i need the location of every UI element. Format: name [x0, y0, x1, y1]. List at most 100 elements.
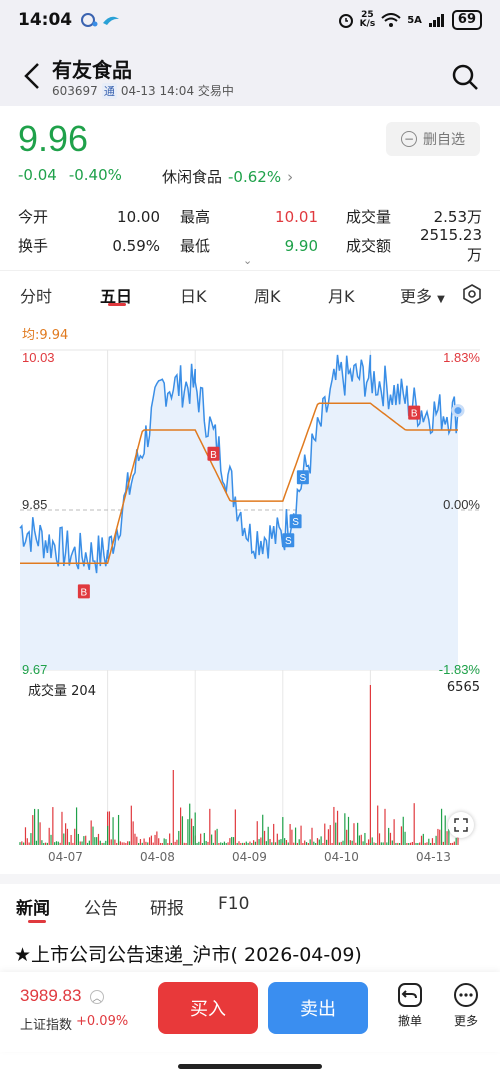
news-headline[interactable]: ★上市公司公告速递_沪市( 2026-04-09): [14, 940, 362, 967]
more-button[interactable]: 更多: [446, 982, 486, 1029]
volume-value: 2.53万: [433, 208, 482, 226]
fullscreen-button[interactable]: [448, 812, 474, 838]
volume-bar: [232, 837, 235, 845]
volume-bar: [75, 807, 78, 845]
volume-bar: [371, 837, 373, 845]
more-dots-icon: [454, 983, 478, 1007]
volume-bar: [154, 834, 156, 845]
volume-bar: [253, 840, 255, 845]
volume-bar: [158, 838, 160, 845]
index-value[interactable]: 3989.83: [20, 986, 81, 1006]
volume-bar: [90, 820, 92, 845]
volume-bar: [395, 842, 397, 845]
volume-bar: [185, 843, 187, 845]
volume-bar: [238, 841, 240, 845]
volume-bar: [180, 807, 182, 845]
volume-bar: [340, 841, 342, 845]
volume-bar: [327, 829, 330, 845]
tab-daily-k[interactable]: 日K: [180, 283, 207, 307]
volume-bar: [103, 842, 105, 845]
volume-bar: [211, 834, 213, 845]
tab-intraday[interactable]: 分时: [20, 283, 52, 307]
search-icon[interactable]: [450, 62, 480, 92]
volume-bar: [63, 833, 65, 845]
sell-button[interactable]: 卖出: [268, 982, 368, 1034]
back-arrow-icon[interactable]: [18, 60, 46, 92]
volume-bar: [83, 836, 85, 845]
tab-announcements[interactable]: 公告: [84, 894, 118, 919]
change-percent: -0.40%: [68, 166, 122, 184]
amount-label: 成交额: [346, 237, 392, 255]
volume-bar: [289, 824, 291, 845]
tab-research[interactable]: 研报: [150, 894, 184, 919]
volume-bar: [134, 833, 136, 845]
stock-code: 603697: [52, 83, 98, 98]
y-axis-bottom-label: 9.67: [22, 662, 48, 677]
tab-monthly-k[interactable]: 月K: [328, 283, 355, 307]
tab-f10[interactable]: F10: [218, 894, 249, 914]
alarm-icon: [338, 14, 353, 28]
volume-bar: [201, 842, 204, 845]
volume-bar: [148, 837, 151, 845]
volume-bar: [43, 842, 45, 845]
volume-bar: [300, 825, 302, 845]
marker-label: S: [285, 536, 292, 547]
volume-current: 204: [71, 684, 96, 699]
sector-name: 休闲食品: [162, 168, 223, 186]
volume-bar: [196, 842, 198, 845]
remove-watchlist-button[interactable]: − 删自选: [386, 122, 480, 156]
volume-bar: [413, 803, 415, 845]
volume-bar: [77, 833, 79, 845]
volume-bar: [88, 840, 90, 845]
volume-bar: [444, 815, 446, 845]
buy-button[interactable]: 买入: [158, 982, 258, 1034]
volume-bar: [198, 841, 200, 845]
volume-bar: [347, 816, 350, 845]
volume-bar: [369, 685, 371, 845]
volume-bar: [367, 839, 370, 845]
volume-bar: [280, 839, 282, 845]
date-label: 04-07: [48, 850, 83, 864]
volume-bar: [293, 842, 295, 845]
volume-bar: [439, 829, 441, 845]
tab-news[interactable]: 新闻: [16, 894, 50, 919]
low-label: 最低: [180, 237, 211, 255]
volume-bar: [446, 831, 448, 845]
news-tab-indicator: [28, 920, 46, 923]
volume-bar: [39, 822, 41, 845]
volume-bar: [55, 841, 58, 845]
volume-bar: [212, 842, 215, 845]
volume-bar: [346, 829, 348, 845]
volume-bar: [243, 842, 246, 845]
expand-chevron-icon[interactable]: ⌄: [243, 254, 252, 267]
sector-link[interactable]: 休闲食品 -0.62% ›: [162, 166, 293, 187]
volume-bar: [79, 841, 81, 845]
volume-bar: [110, 839, 112, 845]
volume-bar: [44, 842, 47, 845]
chevron-up-icon[interactable]: ︿: [90, 990, 104, 1004]
tab-more[interactable]: 更多 ▼: [400, 283, 445, 307]
volume-bar: [169, 833, 171, 845]
volume-bar: [360, 834, 362, 845]
status-app-icons: [80, 13, 120, 27]
minus-circle-icon: −: [401, 131, 417, 147]
volume-bar: [108, 811, 111, 845]
volume-bar: [70, 834, 72, 845]
amount-value: 2515.23万: [419, 226, 482, 264]
volume-bar: [402, 816, 404, 845]
buy-marker: B: [207, 446, 220, 461]
volume-bar: [35, 840, 38, 845]
five-day-chart[interactable]: BBSSSB: [0, 340, 500, 850]
volume-bar: [338, 842, 340, 845]
volume-bar: [231, 836, 233, 845]
tab-active-indicator: [108, 303, 126, 306]
tab-weekly-k[interactable]: 周K: [254, 283, 281, 307]
volume-bar: [307, 843, 309, 845]
volume-bar: [440, 808, 443, 845]
volume-bar: [435, 835, 437, 845]
pct-axis-top-label: 1.83%: [443, 350, 480, 365]
cancel-order-button[interactable]: 撤单: [390, 982, 430, 1029]
volume-bar: [156, 831, 158, 845]
volume-bar: [187, 819, 189, 845]
settings-icon[interactable]: [462, 284, 482, 304]
